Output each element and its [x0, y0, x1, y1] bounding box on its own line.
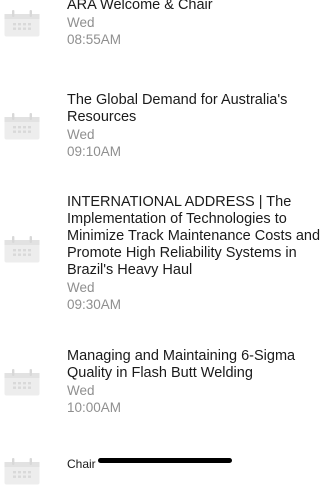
- session-title: INTERNATIONAL ADDRESS | The Implementati…: [67, 194, 321, 278]
- calendar-icon: [4, 113, 40, 140]
- session-title: The Global Demand for Australia's Resour…: [67, 92, 288, 125]
- session-title: Managing and Maintaining 6-Sigma Quality…: [67, 348, 296, 381]
- session-item[interactable]: Managing and Maintaining 6-Sigma Quality…: [0, 346, 328, 426]
- calendar-icon: [4, 236, 40, 263]
- session-day: Wed: [67, 280, 95, 295]
- calendar-icon: [4, 10, 40, 37]
- session-day: Wed: [67, 383, 95, 398]
- session-time: 10:00AM: [67, 400, 122, 415]
- session-day: Wed: [67, 127, 95, 142]
- session-time: 09:10AM: [67, 144, 122, 159]
- calendar-icon: [4, 369, 40, 396]
- session-time: 09:30AM: [67, 297, 122, 312]
- session-title: ARA Welcome & Chair: [67, 0, 213, 13]
- session-day: Wed: [67, 15, 95, 30]
- session-item[interactable]: The Global Demand for Australia's Resour…: [0, 90, 328, 170]
- home-indicator[interactable]: [98, 458, 232, 463]
- calendar-icon: [4, 458, 40, 485]
- session-time: 08:55AM: [67, 32, 122, 47]
- session-item[interactable]: ARA Welcome & Chair Wed 08:55AM: [0, 0, 328, 70]
- session-item[interactable]: INTERNATIONAL ADDRESS | The Implementati…: [0, 192, 328, 327]
